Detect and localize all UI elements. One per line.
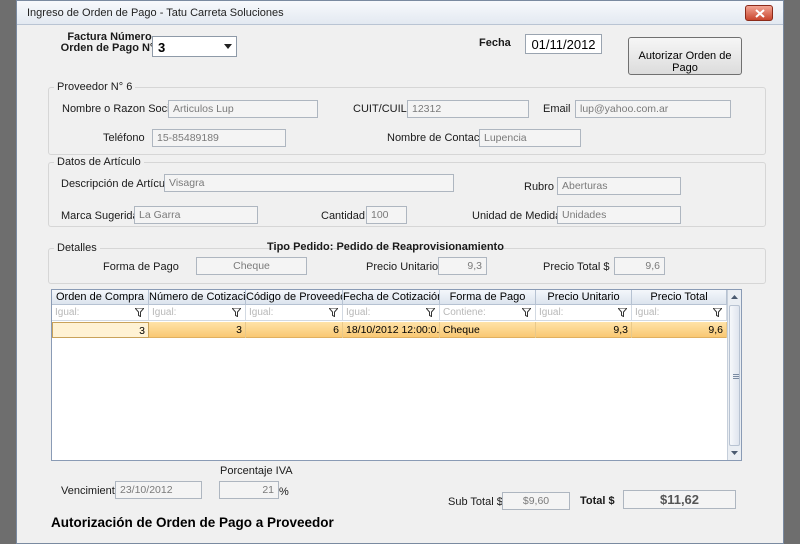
filter-funnel-icon[interactable]: [713, 308, 722, 317]
filter-cell[interactable]: Igual:: [52, 305, 149, 321]
nombre-field[interactable]: Articulos Lup: [168, 100, 318, 118]
window-title: Ingreso de Orden de Pago - Tatu Carreta …: [27, 7, 284, 19]
filter-operator: Igual:: [635, 307, 660, 318]
column-header[interactable]: Fecha de Cotización: [343, 290, 440, 305]
title-bar[interactable]: Ingreso de Orden de Pago - Tatu Carreta …: [17, 1, 783, 25]
table-cell[interactable]: 9,6: [632, 322, 727, 338]
detalles-group-title: Detalles: [54, 242, 100, 254]
filter-funnel-icon[interactable]: [618, 308, 627, 317]
telefono-field[interactable]: 15-85489189: [152, 129, 286, 147]
precio-unitario-field[interactable]: 9,3: [438, 257, 487, 275]
unidad-field[interactable]: Unidades: [557, 206, 681, 224]
filter-funnel-icon[interactable]: [232, 308, 241, 317]
filter-cell[interactable]: Igual:: [343, 305, 440, 321]
cotizaciones-grid[interactable]: Orden de Compra Número de Cotizaci... Có…: [51, 289, 742, 461]
table-row[interactable]: 3 3 6 18/10/2012 12:00:0... Cheque 9,3 9…: [52, 322, 727, 338]
column-header[interactable]: Forma de Pago: [440, 290, 536, 305]
forma-pago-field[interactable]: Cheque: [196, 257, 307, 275]
forma-pago-label: Forma de Pago: [103, 261, 179, 273]
factura-number-combo[interactable]: 3: [152, 36, 237, 57]
factura-label-line2: Orden de Pago N°: [60, 42, 155, 54]
marca-field[interactable]: La Garra: [134, 206, 258, 224]
precio-unitario-label: Precio Unitario $: [366, 261, 448, 273]
descripcion-label: Descripción de Artículo: [61, 178, 174, 190]
fecha-field[interactable]: 01/11/2012: [525, 34, 602, 54]
factura-number-value: 3: [158, 40, 166, 55]
vencimiento-field[interactable]: 23/10/2012: [115, 481, 202, 499]
total-label: Total $: [580, 495, 615, 507]
rubro-label: Rubro: [524, 181, 554, 193]
table-cell[interactable]: 9,3: [536, 322, 632, 338]
marca-label: Marca Sugerida: [61, 210, 139, 222]
cuit-label: CUIT/CUIL: [353, 103, 407, 115]
precio-total-field[interactable]: 9,6: [614, 257, 665, 275]
chevron-down-icon: [224, 44, 232, 49]
unidad-label: Unidad de Medida: [472, 210, 562, 222]
column-header[interactable]: Orden de Compra: [52, 290, 149, 305]
subtotal-field[interactable]: $9,60: [502, 492, 570, 510]
contacto-label: Nombre de Contacto: [387, 132, 489, 144]
proveedor-group-title: Proveedor N° 6: [54, 81, 136, 93]
close-button[interactable]: [745, 5, 773, 21]
grid-header: Orden de Compra Número de Cotizaci... Có…: [52, 290, 727, 305]
main-window: Ingreso de Orden de Pago - Tatu Carreta …: [16, 0, 784, 544]
tipo-pedido-label: Tipo Pedido: Pedido de Reaprovisionamien…: [267, 241, 504, 253]
percent-sign: %: [279, 486, 289, 498]
precio-total-label: Precio Total $: [543, 261, 610, 273]
filter-funnel-icon[interactable]: [522, 308, 531, 317]
table-cell[interactable]: 6: [246, 322, 343, 338]
vertical-scrollbar[interactable]: [727, 290, 741, 460]
column-header[interactable]: Código de Proveedor: [246, 290, 343, 305]
contacto-field[interactable]: Lupencia: [479, 129, 581, 147]
filter-operator: Igual:: [539, 307, 564, 318]
filter-funnel-icon[interactable]: [426, 308, 435, 317]
table-cell[interactable]: 3: [149, 322, 246, 338]
total-field[interactable]: $11,62: [623, 490, 736, 509]
articulo-group-title: Datos de Artículo: [54, 156, 144, 168]
filter-operator: Contiene:: [443, 307, 486, 318]
filter-cell[interactable]: Contiene:: [440, 305, 536, 321]
fecha-label: Fecha: [479, 37, 511, 49]
table-cell[interactable]: 18/10/2012 12:00:0...: [343, 322, 440, 338]
subtotal-label: Sub Total $: [448, 496, 503, 508]
close-icon: [755, 9, 765, 18]
scroll-down-icon[interactable]: [728, 446, 741, 460]
filter-funnel-icon[interactable]: [329, 308, 338, 317]
scroll-up-icon[interactable]: [728, 290, 741, 304]
cuit-field[interactable]: 12312: [407, 100, 529, 118]
filter-operator: Igual:: [55, 307, 80, 318]
nombre-label: Nombre o Razon Social: [62, 103, 179, 115]
email-label: Email: [543, 103, 571, 115]
authorize-button[interactable]: Autorizar Orden de Pago: [628, 37, 742, 75]
cantidad-field[interactable]: 100: [366, 206, 407, 224]
telefono-label: Teléfono: [103, 132, 145, 144]
filter-cell[interactable]: Igual:: [149, 305, 246, 321]
form-title: Autorización de Orden de Pago a Proveedo…: [51, 515, 334, 530]
filter-cell[interactable]: Igual:: [246, 305, 343, 321]
filter-funnel-icon[interactable]: [135, 308, 144, 317]
column-header[interactable]: Precio Total: [632, 290, 727, 305]
filter-cell[interactable]: Igual:: [632, 305, 727, 321]
filter-operator: Igual:: [346, 307, 371, 318]
scroll-thumb[interactable]: [729, 305, 740, 446]
rubro-field[interactable]: Aberturas: [557, 177, 681, 195]
filter-row: Igual: Igual: Igual: Igual: Contiene: Ig…: [52, 305, 727, 321]
grip-icon: [733, 374, 739, 379]
column-header[interactable]: Número de Cotizaci...: [149, 290, 246, 305]
porcentaje-iva-field[interactable]: 21: [219, 481, 279, 499]
cantidad-label: Cantidad: [321, 210, 366, 222]
descripcion-field[interactable]: Visagra: [164, 174, 454, 192]
table-cell[interactable]: Cheque: [440, 322, 536, 338]
filter-cell[interactable]: Igual:: [536, 305, 632, 321]
column-header[interactable]: Precio Unitario: [536, 290, 632, 305]
filter-operator: Igual:: [152, 307, 177, 318]
table-cell[interactable]: 3: [52, 322, 149, 338]
filter-operator: Igual:: [249, 307, 274, 318]
email-field[interactable]: lup@yahoo.com.ar: [575, 100, 731, 118]
vencimiento-label: Vencimiento: [61, 485, 121, 497]
porcentaje-iva-label: Porcentaje IVA: [220, 465, 293, 477]
